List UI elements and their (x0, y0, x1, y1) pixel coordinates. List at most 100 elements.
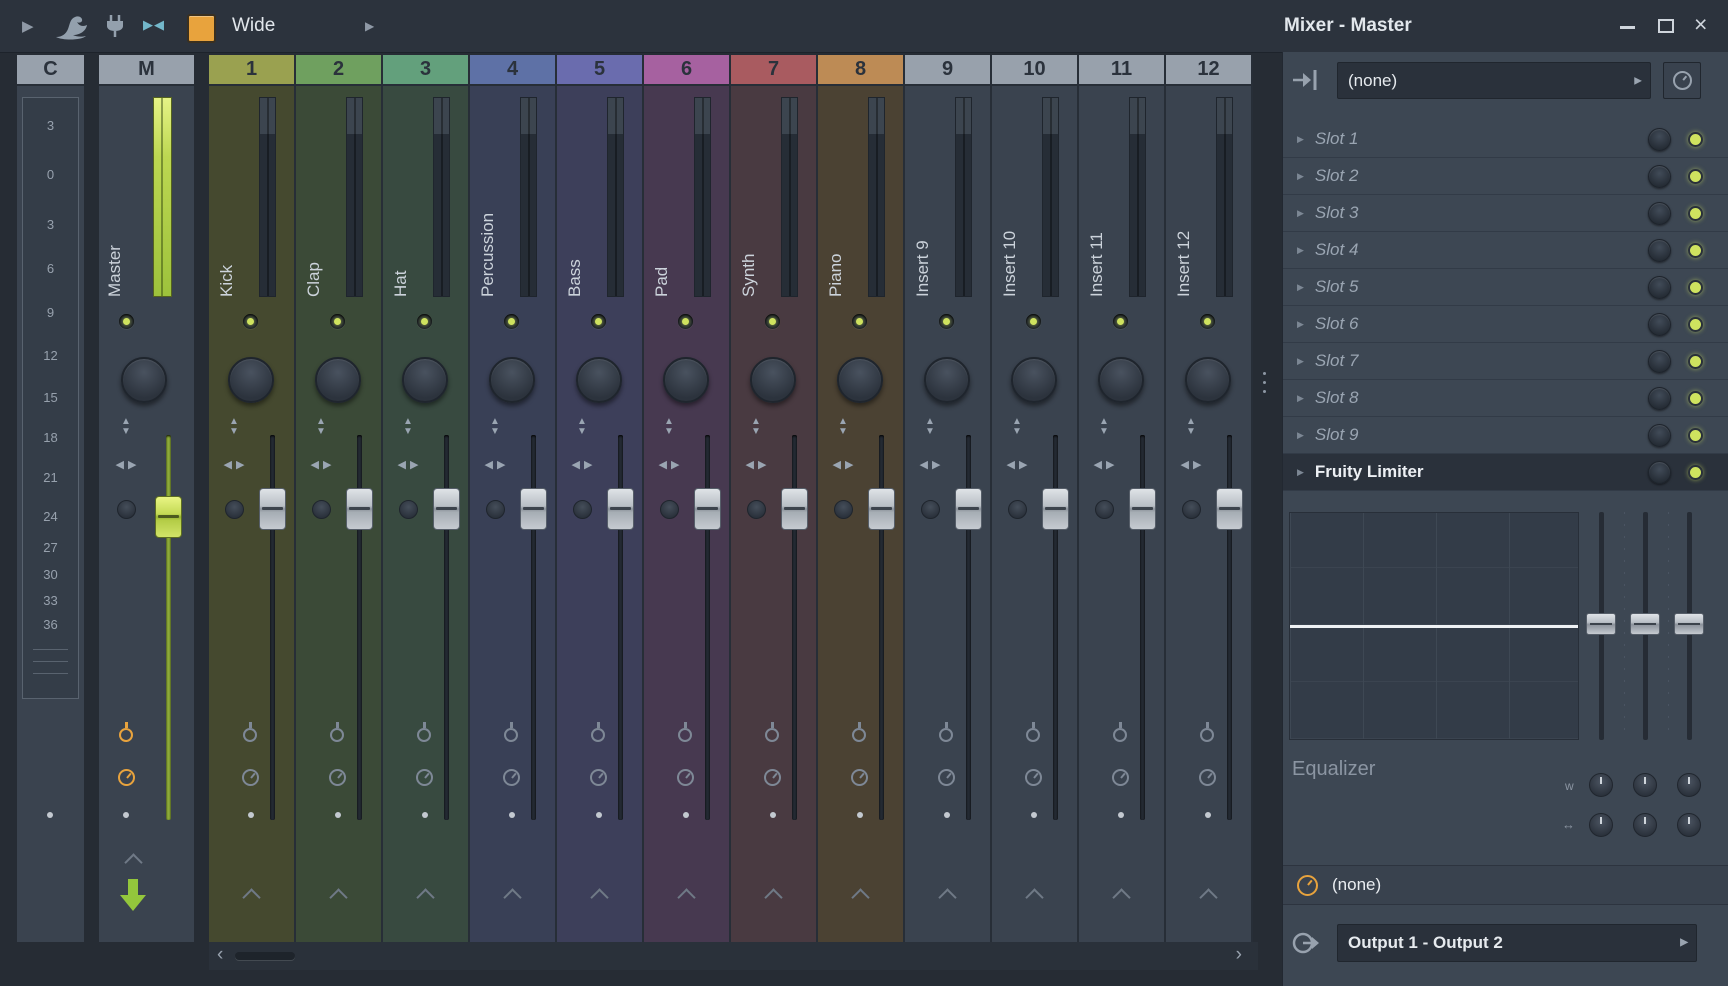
channel-led[interactable] (765, 314, 780, 329)
fx-slot-10[interactable]: ▶ Fruity Limiter (1283, 454, 1728, 491)
equalizer-graph[interactable] (1289, 512, 1579, 740)
channel-number[interactable]: 10 (992, 55, 1077, 86)
fx-slot-8[interactable]: ▶ Slot 8 (1283, 380, 1728, 417)
leftright-arrows-icon[interactable]: ◀▶ (1173, 458, 1209, 471)
leftright-arrows-icon[interactable]: ◀▶ (303, 458, 339, 471)
plug-icon[interactable] (504, 728, 518, 742)
channel-strip-6[interactable]: 6 Pad ▲▼ ◀▶ (644, 55, 731, 942)
eq-band-mid-handle[interactable] (1630, 613, 1660, 635)
pan-knob[interactable] (315, 357, 361, 403)
clock-icon[interactable] (1112, 769, 1129, 786)
updown-arrows-icon[interactable]: ▲▼ (483, 417, 507, 437)
channel-strip-1[interactable]: 1 Kick ▲▼ ◀▶ (209, 55, 296, 942)
select-dot[interactable] (422, 812, 428, 818)
pan-knob[interactable] (924, 357, 970, 403)
scale-column-header[interactable]: C (17, 55, 84, 86)
stereo-knob[interactable] (1182, 500, 1201, 519)
fold-chevron-icon[interactable] (1199, 888, 1217, 906)
updown-arrows-icon[interactable]: ▲▼ (831, 417, 855, 437)
stereo-knob[interactable] (921, 500, 940, 519)
select-dot[interactable] (1031, 812, 1037, 818)
channel-strip-3[interactable]: 3 Hat ▲▼ ◀▶ (383, 55, 470, 942)
channel-number[interactable]: 4 (470, 55, 555, 86)
layout-arrow-icon[interactable]: ▶ (365, 19, 374, 33)
slot-enable-led[interactable] (1688, 354, 1703, 369)
clock-icon[interactable] (851, 769, 868, 786)
fader-handle[interactable] (694, 488, 721, 530)
audio-output-icon[interactable] (1291, 928, 1321, 963)
stereo-knob[interactable] (312, 500, 331, 519)
plug-icon[interactable] (417, 728, 431, 742)
eq-band-knob-low[interactable] (1589, 813, 1613, 837)
clock-icon[interactable] (242, 769, 259, 786)
leftright-arrows-icon[interactable]: ◀▶ (999, 458, 1035, 471)
updown-arrows-icon[interactable]: ▲▼ (918, 417, 942, 437)
channel-name[interactable]: Insert 9 (913, 103, 933, 297)
fx-slot-3[interactable]: ▶ Slot 3 (1283, 195, 1728, 232)
select-dot[interactable] (47, 812, 53, 818)
scrollbar-thumb[interactable] (235, 952, 295, 960)
pan-knob[interactable] (489, 357, 535, 403)
channel-number[interactable]: 12 (1166, 55, 1251, 86)
plug-icon[interactable] (1026, 728, 1040, 742)
channel-led[interactable] (939, 314, 954, 329)
plugin-picker-icon[interactable] (1291, 66, 1321, 99)
eq-freq-knob-low[interactable] (1589, 773, 1613, 797)
leftright-arrows-icon[interactable]: ◀▶ (390, 458, 426, 471)
slot-enable-led[interactable] (1688, 206, 1703, 221)
pan-knob[interactable] (837, 357, 883, 403)
fader-handle[interactable] (607, 488, 634, 530)
fold-chevron-icon[interactable] (590, 888, 608, 906)
plugin-selector[interactable]: (none) ▶ (1337, 62, 1651, 99)
select-dot[interactable] (248, 812, 254, 818)
channel-number[interactable]: 1 (209, 55, 294, 86)
plug-icon[interactable] (678, 728, 692, 742)
clock-icon[interactable] (590, 769, 607, 786)
leftright-arrows-icon[interactable]: ◀▶ (651, 458, 687, 471)
stereo-knob[interactable] (399, 500, 418, 519)
updown-arrows-icon[interactable]: ▲▼ (222, 417, 246, 437)
fader-handle[interactable] (433, 488, 460, 530)
channel-strip-5[interactable]: 5 Bass ▲▼ ◀▶ (557, 55, 644, 942)
fold-chevron-icon[interactable] (1112, 888, 1130, 906)
pan-knob[interactable] (402, 357, 448, 403)
clock-icon[interactable] (1199, 769, 1216, 786)
channel-number[interactable]: 9 (905, 55, 990, 86)
channel-number[interactable]: 7 (731, 55, 816, 86)
stereo-knob[interactable] (834, 500, 853, 519)
slot-enable-led[interactable] (1688, 465, 1703, 480)
fader-handle[interactable] (1216, 488, 1243, 530)
slot-enable-led[interactable] (1688, 280, 1703, 295)
menu-arrow-icon[interactable]: ▶ (22, 17, 34, 35)
plug-icon[interactable] (243, 728, 257, 742)
plug-icon[interactable] (330, 728, 344, 742)
plug-icon[interactable] (1113, 728, 1127, 742)
slot-mix-knob[interactable] (1648, 350, 1671, 373)
eq-band-knob-high[interactable] (1677, 813, 1701, 837)
select-dot[interactable] (1205, 812, 1211, 818)
fold-chevron-icon[interactable] (416, 888, 434, 906)
plug-icon[interactable] (765, 728, 779, 742)
channel-name[interactable]: Insert 12 (1174, 103, 1194, 297)
fader-track[interactable] (166, 435, 171, 820)
updown-arrows-icon[interactable]: ▲▼ (1005, 417, 1029, 437)
fader-handle[interactable] (955, 488, 982, 530)
fader-handle[interactable] (259, 488, 286, 530)
fold-chevron-icon[interactable] (851, 888, 869, 906)
eq-band-high-handle[interactable] (1674, 613, 1704, 635)
leftright-arrows-icon[interactable]: ◀▶ (477, 458, 513, 471)
channel-led[interactable] (243, 314, 258, 329)
slot-mix-knob[interactable] (1648, 424, 1671, 447)
clock-icon[interactable] (416, 769, 433, 786)
channel-strip-12[interactable]: 12 Insert 12 ▲▼ ◀▶ (1166, 55, 1253, 942)
scroll-left-icon[interactable]: ‹ (217, 944, 223, 966)
output-selector[interactable]: Output 1 - Output 2 ▶ (1337, 924, 1697, 962)
plug-icon[interactable] (119, 728, 133, 742)
pan-knob[interactable] (576, 357, 622, 403)
slot-mix-knob[interactable] (1648, 165, 1671, 188)
leftright-arrows-icon[interactable]: ◀▶ (564, 458, 600, 471)
clock-icon[interactable] (938, 769, 955, 786)
slot-enable-led[interactable] (1688, 391, 1703, 406)
updown-arrows-icon[interactable]: ▲▼ (1092, 417, 1116, 437)
channel-number[interactable]: 11 (1079, 55, 1164, 86)
